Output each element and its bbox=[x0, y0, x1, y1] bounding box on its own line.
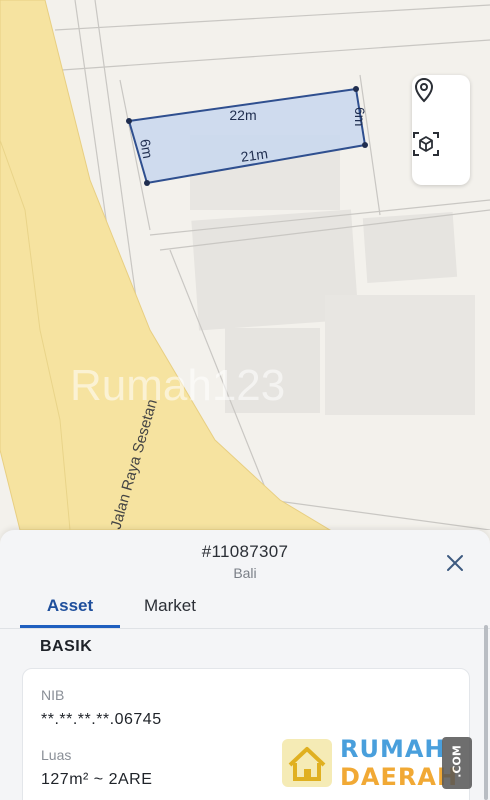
rumahdaerah-watermark: RUMAH DAERAH .COM bbox=[280, 733, 480, 793]
sheet-header: #11087307 Bali bbox=[0, 530, 490, 590]
3d-view-button[interactable] bbox=[412, 130, 470, 182]
location-button[interactable] bbox=[412, 77, 470, 129]
luas-value: 127m² ~ 2ARE bbox=[41, 771, 153, 788]
building-block bbox=[362, 211, 458, 284]
luas-label: Luas bbox=[41, 747, 72, 763]
map-view[interactable]: Jalan Raya Sesetan Rumah123 22m 21m 6m 6… bbox=[0, 0, 490, 530]
watermark-line1: RUMAH bbox=[340, 735, 446, 763]
active-tab-indicator bbox=[20, 625, 120, 628]
parcel-dim-left: 6m bbox=[137, 138, 156, 160]
asset-region: Bali bbox=[233, 565, 257, 581]
tab-market[interactable]: Market bbox=[140, 596, 200, 616]
map-controls bbox=[412, 75, 470, 185]
map-watermark: Rumah123 bbox=[70, 361, 285, 410]
close-icon bbox=[447, 555, 463, 571]
sheet-scrollbar[interactable] bbox=[484, 625, 488, 800]
tab-asset[interactable]: Asset bbox=[20, 596, 120, 616]
watermark-suffix: .COM bbox=[450, 745, 464, 778]
location-pin-icon bbox=[414, 77, 434, 103]
close-button[interactable] bbox=[440, 548, 470, 578]
nib-value: **.**.**.**.06745 bbox=[41, 711, 162, 728]
house-logo-icon bbox=[282, 739, 332, 787]
watermark-line2: DAERAH bbox=[340, 763, 459, 791]
nib-label: NIB bbox=[41, 687, 65, 703]
asset-id: #11087307 bbox=[201, 542, 289, 561]
watermark-badge: .COM bbox=[442, 737, 472, 789]
building-block bbox=[325, 295, 475, 415]
section-title: BASIK bbox=[40, 638, 93, 655]
parcel-dim-right: 6m bbox=[352, 107, 368, 126]
3d-box-icon bbox=[413, 132, 439, 156]
parcel-dim-top: 22m bbox=[229, 107, 256, 123]
tab-bar: Asset Market bbox=[0, 590, 490, 629]
